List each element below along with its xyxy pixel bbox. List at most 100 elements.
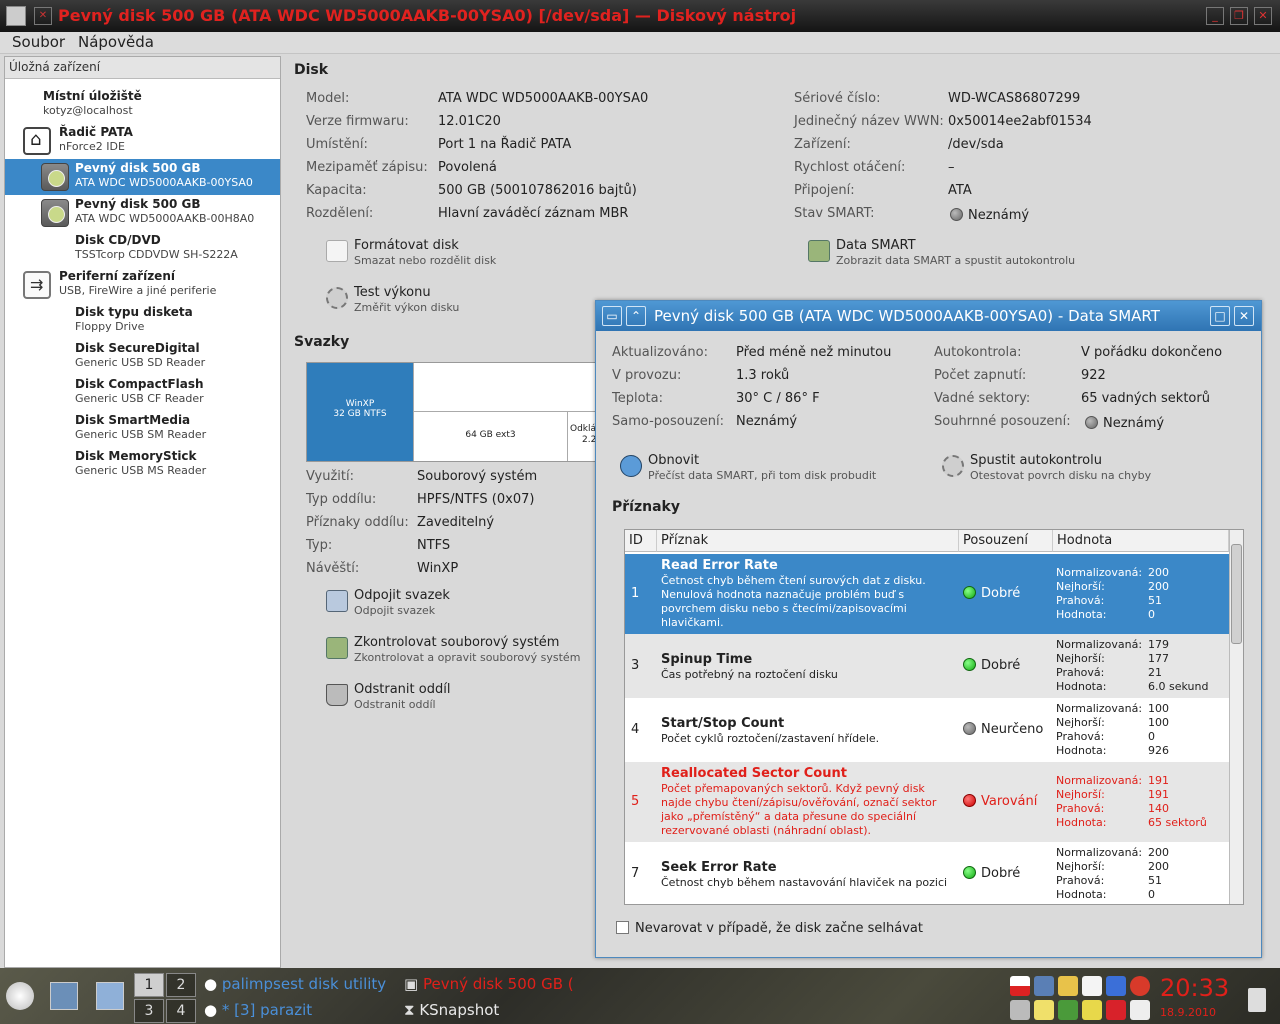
dialog-titlebar[interactable]: ▭ ⌃ Pevný disk 500 GB (ATA WDC WD5000AAK… <box>596 301 1261 331</box>
hard-disk-icon <box>41 163 69 191</box>
window-titlebar[interactable]: ✕ Pevný disk 500 GB (ATA WDC WD5000AAKB-… <box>0 0 1280 32</box>
table-row[interactable]: 4 Start/Stop Count Počet cyklů roztočení… <box>625 698 1229 762</box>
sidebar-item-hdd-h8a0[interactable]: Pevný disk 500 GB ATA WDC WD5000AAKB-00H… <box>5 195 280 231</box>
table-row[interactable]: 1 Read Error Rate Četnost chyb během čte… <box>625 554 1229 634</box>
clock-time[interactable]: 20:33 <box>1160 974 1229 1002</box>
desktop-icon[interactable] <box>96 982 124 1010</box>
format-disk-icon <box>326 240 348 262</box>
pager-desktop-1[interactable]: 1 <box>134 973 164 997</box>
maximize-button[interactable]: ❐ <box>1230 7 1248 25</box>
no-warning-checkbox[interactable] <box>616 921 629 934</box>
task-disk-utility[interactable]: ▣ Pevný disk 500 GB ( <box>404 975 574 993</box>
clock-date: 18.9.2010 <box>1160 1006 1216 1019</box>
status-good-icon <box>963 658 976 671</box>
volume-winxp[interactable]: WinXP 32 GB NTFS <box>307 363 413 461</box>
volume-icon[interactable] <box>1010 1000 1030 1020</box>
column-header-assessment[interactable]: Posouzení <box>959 530 1053 552</box>
volume-extended[interactable] <box>413 363 595 411</box>
menubar: Soubor Nápověda <box>0 32 1280 54</box>
mail-icon[interactable] <box>1106 1000 1126 1020</box>
chat-icon: ● <box>204 1001 222 1019</box>
dialog-shade-button[interactable]: ⌃ <box>626 306 646 326</box>
file-manager-icon[interactable] <box>50 982 78 1010</box>
ksnapshot-icon: ⧗ <box>404 1001 420 1019</box>
kde-menu-icon[interactable] <box>6 982 34 1010</box>
smart-data-dialog: ▭ ⌃ Pevný disk 500 GB (ATA WDC WD5000AAK… <box>595 300 1262 958</box>
kopete-icon[interactable] <box>1130 1000 1150 1020</box>
column-header-id[interactable]: ID <box>625 530 657 552</box>
sidebar-item-hdd-ysa0[interactable]: Pevný disk 500 GB ATA WDC WD5000AAKB-00Y… <box>5 159 280 195</box>
status-warning-icon <box>963 794 976 807</box>
sidebar-item-ms[interactable]: Disk MemoryStick Generic USB MS Reader <box>5 447 280 483</box>
window-title: Pevný disk 500 GB (ATA WDC WD5000AAKB-00… <box>58 6 797 25</box>
sidebar-header: Úložná zařízení <box>5 57 280 79</box>
pager-desktop-2[interactable]: 2 <box>166 973 196 997</box>
table-row[interactable]: 7 Seek Error Rate Četnost chyb během nas… <box>625 842 1229 904</box>
dialog-app-icon[interactable]: ▭ <box>602 306 622 326</box>
volume-swap[interactable]: Odklá 2.2 <box>567 411 595 461</box>
column-header-value[interactable]: Hodnota <box>1053 530 1229 552</box>
sidebar-item-cd-dvd[interactable]: Disk CD/DVD TSSTcorp CDDVDW SH-S222A <box>5 231 280 267</box>
gear-icon <box>326 287 348 309</box>
gear-icon <box>942 455 964 477</box>
minimize-button[interactable]: _ <box>1206 7 1224 25</box>
update-icon[interactable] <box>1058 976 1078 996</box>
task-palimpsest[interactable]: ● palimpsest disk utility <box>204 975 386 993</box>
pager-desktop-3[interactable]: 3 <box>134 999 164 1023</box>
table-row[interactable]: 3 Spinup Time Čas potřebný na roztočení … <box>625 634 1229 698</box>
sidebar-item-local-storage[interactable]: Místní úložiště kotyz@localhost <box>5 87 280 123</box>
notes-icon[interactable] <box>1034 1000 1054 1020</box>
table-row[interactable]: 5 Reallocated Sector Count Počet přemapo… <box>625 762 1229 842</box>
dialog-close-button[interactable]: ✕ <box>1234 306 1254 326</box>
status-unknown-icon <box>950 208 963 221</box>
status-good-icon <box>963 586 976 599</box>
smart-data-icon <box>808 240 830 262</box>
dictionary-icon[interactable] <box>1058 1000 1078 1020</box>
overall-assessment: Neznámý <box>1085 416 1164 431</box>
refresh-icon <box>620 455 642 477</box>
attributes-title: Příznaky <box>612 499 680 515</box>
volumes-section-title: Svazky <box>294 334 350 350</box>
menu-napoveda[interactable]: Nápověda <box>78 33 154 51</box>
sidebar-item-floppy[interactable]: Disk typu disketa Floppy Drive <box>5 303 280 339</box>
disk-utility-app-icon[interactable] <box>6 6 26 26</box>
pager-desktop-4[interactable]: 4 <box>166 999 196 1023</box>
klipper-icon[interactable] <box>1082 1000 1102 1020</box>
keyboard-layout-icon[interactable] <box>1010 976 1030 996</box>
clipboard-icon[interactable] <box>1082 976 1102 996</box>
trash-icon <box>326 684 348 706</box>
no-warning-checkbox-row[interactable]: Nevarovat v případě, že disk začne selhá… <box>616 921 923 936</box>
usb-icon <box>23 271 51 299</box>
sidebar-item-peripherals[interactable]: Periferní zařízení USB, FireWire a jiné … <box>5 267 280 303</box>
trash-icon[interactable] <box>1248 988 1266 1012</box>
notifications-icon[interactable] <box>1106 976 1126 996</box>
close-button[interactable]: ✕ <box>1254 7 1272 25</box>
network-icon[interactable] <box>1034 976 1054 996</box>
sidebar-item-sd[interactable]: Disk SecureDigital Generic USB SD Reader <box>5 339 280 375</box>
disk-model: ATA WDC WD5000AAKB-00YSA0 <box>438 91 649 106</box>
hard-disk-icon <box>41 199 69 227</box>
taskbar: 1 2 3 4 ● palimpsest disk utility ● * [3… <box>0 968 1280 1024</box>
sidebar-item-cf[interactable]: Disk CompactFlash Generic USB CF Reader <box>5 375 280 411</box>
disk-utility-icon: ▣ <box>404 975 423 993</box>
check-filesystem-icon <box>326 637 348 659</box>
table-scrollbar[interactable] <box>1229 530 1243 904</box>
dialog-maximize-button[interactable]: □ <box>1210 306 1230 326</box>
volume-ext3[interactable]: 64 GB ext3 <box>413 411 567 461</box>
smart-status: Neznámý <box>950 208 1029 223</box>
globe-icon: ● <box>204 975 222 993</box>
disk-section-title: Disk <box>294 62 329 78</box>
status-good-icon <box>963 866 976 879</box>
volumes-graph: WinXP 32 GB NTFS 64 GB ext3 Odklá 2.2 <box>306 362 596 462</box>
sidebar-item-pata-controller[interactable]: Řadič PATA nForce2 IDE <box>5 123 280 159</box>
storage-devices-sidebar: Úložná zařízení Místní úložiště kotyz@lo… <box>4 56 281 968</box>
power-icon[interactable] <box>1130 976 1150 996</box>
task-parazit[interactable]: ● * [3] parazit <box>204 1001 312 1019</box>
sidebar-item-sm[interactable]: Disk SmartMedia Generic USB SM Reader <box>5 411 280 447</box>
menu-soubor[interactable]: Soubor <box>12 33 65 51</box>
scrollbar-thumb[interactable] <box>1231 544 1242 644</box>
column-header-attribute[interactable]: Příznak <box>657 530 959 552</box>
task-ksnapshot[interactable]: ⧗ KSnapshot <box>404 1001 499 1019</box>
window-menu-button[interactable]: ✕ <box>34 7 52 25</box>
smart-attributes-table: ID Příznak Posouzení Hodnota 1 Read Erro… <box>624 529 1244 905</box>
